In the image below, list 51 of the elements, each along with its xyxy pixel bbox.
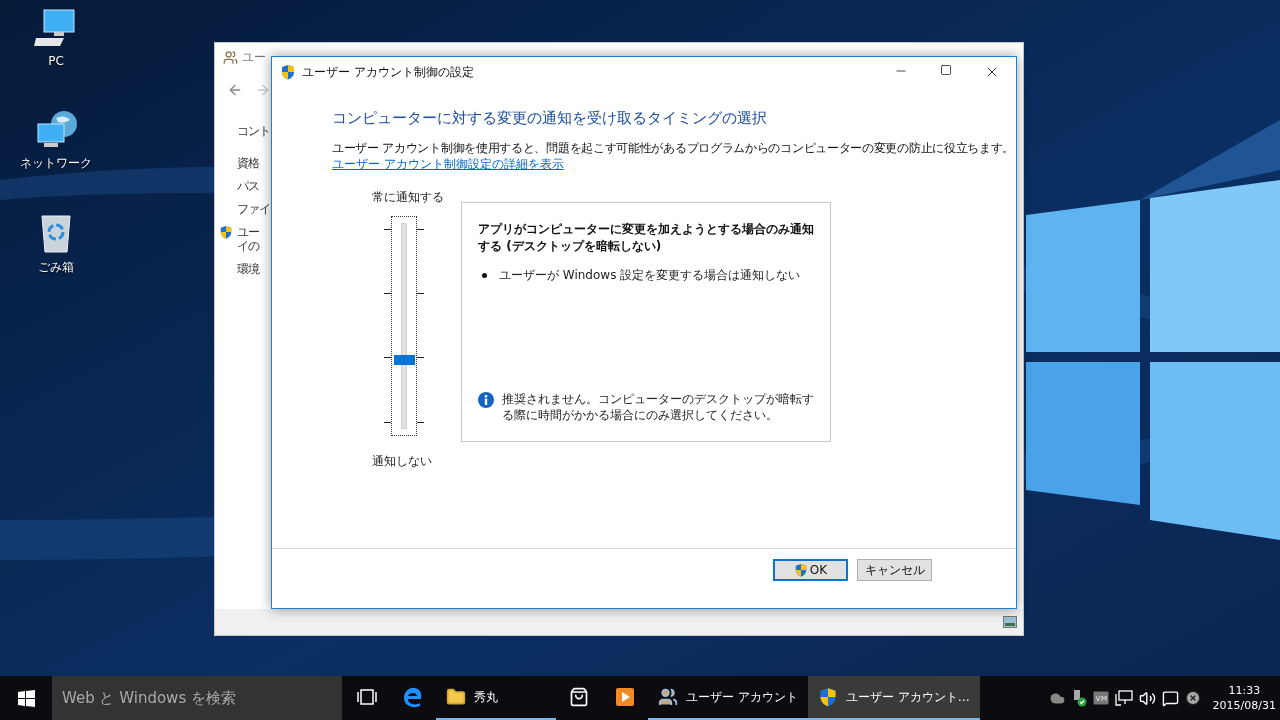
bullet-text: ユーザーが Windows 設定を変更する場合は通知しない	[499, 266, 801, 283]
close-icon[interactable]	[1184, 690, 1201, 706]
notifications-icon[interactable]	[1161, 689, 1179, 707]
store-bag-icon	[569, 687, 589, 707]
notification-slider[interactable]	[391, 215, 417, 436]
slider-top-label: 常に通知する	[372, 188, 445, 206]
clock[interactable]: 11:33 2015/08/31	[1212, 683, 1276, 713]
window-title: ユー	[242, 51, 266, 63]
cloud-icon[interactable]	[1049, 690, 1065, 706]
taskbar-app[interactable]: 秀丸	[436, 676, 556, 720]
info-icon	[478, 391, 494, 408]
sidebar-item[interactable]: 資格	[237, 157, 259, 169]
computer-icon	[34, 8, 78, 48]
users-icon	[223, 49, 238, 65]
task-view-icon	[357, 689, 377, 705]
desktop-icon-label[interactable]: PC	[48, 52, 64, 70]
sidebar-item[interactable]: コント	[237, 125, 270, 137]
shield-icon	[219, 225, 233, 239]
shield-icon	[280, 64, 296, 80]
edge-browser-icon	[402, 686, 424, 708]
sidebar-item[interactable]: イの	[237, 240, 259, 252]
dialog-heading: コンピューターに対する変更の通知を受け取るタイミングの選択	[332, 108, 768, 129]
app-tray-icon[interactable]	[1092, 691, 1109, 705]
thumbnail-icon	[1003, 616, 1017, 628]
search-field[interactable]: Web と Windows を検索	[52, 676, 342, 720]
taskbar-app[interactable]: ユーザー アカウント	[648, 676, 808, 720]
maximize-icon[interactable]	[940, 64, 952, 76]
desktop-icon-label[interactable]: ネットワーク	[20, 154, 92, 172]
folder-icon	[446, 687, 466, 707]
dialog-button[interactable]: OK	[773, 559, 848, 581]
windows-logo-icon	[17, 689, 35, 707]
network-globe-icon	[34, 110, 78, 150]
shield-icon	[793, 563, 808, 577]
taskbar-app[interactable]: ユーザー アカウント…	[807, 676, 980, 720]
media-player-icon	[615, 687, 635, 707]
desktop-icon-label[interactable]: ごみ箱	[38, 258, 74, 276]
description-text: ユーザー アカウント制御を使用すると、問題を起こす可能性があるプログラムからのコンピューターの変更の防止に役立ちます。	[332, 139, 1006, 156]
slider-bottom-label: 通知しない	[372, 452, 433, 470]
option-title: アプリがコンピューターに変更を加えようとする場合のみ通知する (デスクトップを暗転しない)	[478, 220, 814, 255]
warning-note: 推奨されません。コンピューターのデスクトップが暗転する際に時間がかかる場合にのみ選択してください。	[502, 390, 814, 423]
network-icon[interactable]	[1114, 690, 1133, 706]
sidebar-item[interactable]: パス	[237, 180, 259, 192]
details-link[interactable]: ユーザー アカウント制御設定の詳細を表示	[332, 155, 564, 172]
sidebar-item[interactable]: ユー	[237, 226, 259, 238]
window-title: ユーザー アカウント制御の設定	[302, 64, 474, 81]
volume-icon[interactable]	[1138, 689, 1156, 707]
users-icon	[658, 687, 678, 707]
sidebar-item[interactable]: ファイ	[237, 203, 270, 215]
dialog-button[interactable]: キャンセル	[857, 559, 932, 581]
sidebar-item[interactable]: 環境	[237, 263, 259, 275]
slider-thumb[interactable]	[394, 354, 415, 365]
